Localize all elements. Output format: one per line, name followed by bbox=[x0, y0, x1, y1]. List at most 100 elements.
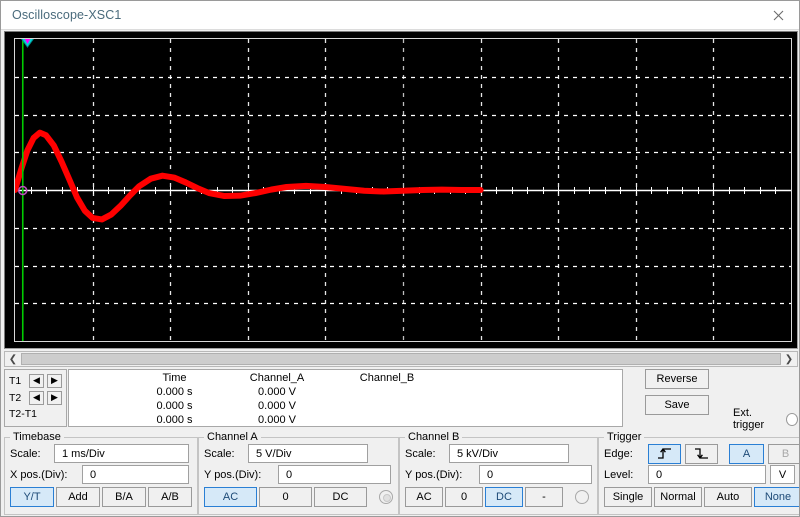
channel-a-coupling-ac[interactable]: AC bbox=[204, 487, 257, 507]
t2-arrow-right-icon[interactable]: ▶ bbox=[47, 391, 62, 405]
action-buttons: Reverse Save Ext. trigger bbox=[623, 369, 798, 427]
cursor-t2-row: T2 ◀ ▶ bbox=[9, 389, 63, 406]
channel-a-coupling-buttons: AC 0 DC bbox=[199, 485, 398, 507]
trigger-legend: Trigger bbox=[604, 431, 644, 443]
trigger-mode-buttons: Single Normal Auto None bbox=[599, 485, 800, 507]
timebase-scale-row: Scale: 1 ms/Div bbox=[5, 443, 197, 464]
scope-display[interactable] bbox=[4, 31, 798, 349]
readout-t2-time: 0.000 s bbox=[127, 399, 222, 413]
channel-a-legend: Channel A bbox=[204, 431, 261, 443]
chevron-left-icon[interactable]: ❮ bbox=[5, 352, 21, 366]
timebase-mode-yt[interactable]: Y/T bbox=[10, 487, 54, 507]
readout-diff-time: 0.000 s bbox=[127, 413, 222, 427]
t1-arrow-right-icon[interactable]: ▶ bbox=[47, 374, 62, 388]
channel-a-ypos-input[interactable]: 0 bbox=[278, 465, 391, 484]
channel-a-coupling-zero[interactable]: 0 bbox=[259, 487, 312, 507]
trigger-mode-single[interactable]: Single bbox=[604, 487, 652, 507]
channel-a-coupling-dc[interactable]: DC bbox=[314, 487, 367, 507]
readout-t1-channel-b bbox=[332, 385, 442, 399]
trigger-group: Trigger Edge: A B Ext bbox=[598, 431, 800, 515]
readout-t2-channel-a: 0.000 V bbox=[222, 399, 332, 413]
timebase-mode-ba[interactable]: B/A bbox=[102, 487, 146, 507]
channel-b-group: Channel B Scale: 5 kV/Div Y pos.(Div): 0… bbox=[399, 431, 598, 515]
timebase-mode-add[interactable]: Add bbox=[56, 487, 100, 507]
reverse-button[interactable]: Reverse bbox=[645, 369, 709, 389]
cursor-difference-label: T2-T1 bbox=[9, 406, 63, 420]
chevron-right-icon[interactable]: ❯ bbox=[781, 352, 797, 366]
readout-header-time: Time bbox=[127, 370, 222, 385]
cursor-t1-row: T1 ◀ ▶ bbox=[9, 372, 63, 389]
timebase-group: Timebase Scale: 1 ms/Div X pos.(Div): 0 … bbox=[4, 431, 198, 515]
window-title: Oscilloscope-XSC1 bbox=[12, 8, 121, 22]
timebase-mode-buttons: Y/T Add B/A A/B bbox=[5, 485, 197, 507]
timebase-scale-input[interactable]: 1 ms/Div bbox=[54, 444, 189, 463]
channel-b-scale-input[interactable]: 5 kV/Div bbox=[449, 444, 569, 463]
channel-b-coupling-buttons: AC 0 DC - bbox=[400, 485, 597, 507]
readout-grid: Time Channel_A Channel_B 0.000 s 0.000 V… bbox=[127, 370, 442, 427]
readout-header-channel-a: Channel_A bbox=[222, 370, 332, 385]
oscilloscope-window: Oscilloscope-XSC1 bbox=[0, 0, 800, 517]
trigger-mode-normal[interactable]: Normal bbox=[654, 487, 702, 507]
cursor-readout-table: Time Channel_A Channel_B 0.000 s 0.000 V… bbox=[68, 369, 623, 427]
control-panel: Timebase Scale: 1 ms/Div X pos.(Div): 0 … bbox=[4, 431, 798, 515]
trigger-mode-none[interactable]: None bbox=[754, 487, 800, 507]
scope-graticule[interactable] bbox=[14, 38, 792, 342]
rising-edge-icon[interactable] bbox=[648, 444, 681, 464]
close-icon[interactable] bbox=[756, 1, 800, 29]
channel-a-scale-row: Scale: 5 V/Div bbox=[199, 443, 398, 464]
readout-t1-time: 0.000 s bbox=[127, 385, 222, 399]
channel-b-terminal-icon[interactable] bbox=[575, 490, 589, 504]
timebase-scale-label: Scale: bbox=[10, 448, 50, 460]
channel-b-coupling-ac[interactable]: AC bbox=[405, 487, 443, 507]
channel-a-scale-label: Scale: bbox=[204, 448, 244, 460]
readout-t2-channel-b bbox=[332, 399, 442, 413]
readout-diff-channel-a: 0.000 V bbox=[222, 413, 332, 427]
channel-b-coupling-dc[interactable]: DC bbox=[485, 487, 523, 507]
falling-edge-icon[interactable] bbox=[685, 444, 718, 464]
channel-b-ypos-row: Y pos.(Div): 0 bbox=[400, 464, 597, 485]
t2-arrow-left-icon[interactable]: ◀ bbox=[29, 391, 44, 405]
trigger-mode-auto[interactable]: Auto bbox=[704, 487, 752, 507]
t1-arrow-left-icon[interactable]: ◀ bbox=[29, 374, 44, 388]
channel-a-group: Channel A Scale: 5 V/Div Y pos.(Div): 0 … bbox=[198, 431, 399, 515]
ext-trigger-terminal-icon[interactable] bbox=[786, 413, 798, 426]
rising-edge-glyph bbox=[656, 447, 673, 460]
readout-header-row: Time Channel_A Channel_B bbox=[127, 370, 442, 385]
ext-trigger-group: Ext. trigger bbox=[733, 407, 798, 431]
channel-a-ypos-row: Y pos.(Div): 0 bbox=[199, 464, 398, 485]
cursor-t1-handle-icon[interactable] bbox=[18, 38, 38, 48]
window-titlebar: Oscilloscope-XSC1 bbox=[1, 1, 800, 30]
cursor-t2-label: T2 bbox=[9, 392, 26, 404]
readout-t1-channel-a: 0.000 V bbox=[222, 385, 332, 399]
trigger-level-unit-select[interactable]: V bbox=[770, 465, 795, 484]
trigger-source-a[interactable]: A bbox=[729, 444, 764, 464]
trigger-level-input[interactable]: 0 bbox=[648, 465, 766, 484]
timebase-xpos-input[interactable]: 0 bbox=[82, 465, 189, 484]
waveform-canvas[interactable] bbox=[15, 39, 791, 341]
channel-b-coupling-zero[interactable]: 0 bbox=[445, 487, 483, 507]
trigger-edge-label: Edge: bbox=[604, 448, 644, 460]
timebase-xpos-row: X pos.(Div): 0 bbox=[5, 464, 197, 485]
channel-a-ypos-label: Y pos.(Div): bbox=[204, 469, 274, 481]
channel-a-terminal-icon[interactable] bbox=[379, 490, 393, 504]
channel-b-ypos-input[interactable]: 0 bbox=[479, 465, 592, 484]
channel-b-scale-label: Scale: bbox=[405, 448, 445, 460]
table-row: 0.000 s 0.000 V bbox=[127, 399, 442, 413]
trigger-source-b[interactable]: B bbox=[768, 444, 800, 464]
trigger-level-label: Level: bbox=[604, 469, 644, 481]
save-button[interactable]: Save bbox=[645, 395, 709, 415]
ext-trigger-label: Ext. trigger bbox=[733, 407, 781, 431]
scrollbar-thumb[interactable] bbox=[21, 353, 781, 365]
timebase-mode-ab[interactable]: A/B bbox=[148, 487, 192, 507]
channel-a-scale-input[interactable]: 5 V/Div bbox=[248, 444, 368, 463]
cursor-controls: T1 ◀ ▶ T2 ◀ ▶ T2-T1 bbox=[4, 369, 67, 427]
table-row: 0.000 s 0.000 V bbox=[127, 413, 442, 427]
channel-b-ypos-label: Y pos.(Div): bbox=[405, 469, 475, 481]
table-row: 0.000 s 0.000 V bbox=[127, 385, 442, 399]
display-horizontal-scrollbar[interactable]: ❮ ❯ bbox=[4, 351, 798, 367]
close-glyph bbox=[773, 10, 784, 21]
trigger-level-row: Level: 0 V bbox=[599, 464, 800, 485]
channel-b-legend: Channel B bbox=[405, 431, 462, 443]
channel-b-coupling-minus[interactable]: - bbox=[525, 487, 563, 507]
timebase-legend: Timebase bbox=[10, 431, 64, 443]
